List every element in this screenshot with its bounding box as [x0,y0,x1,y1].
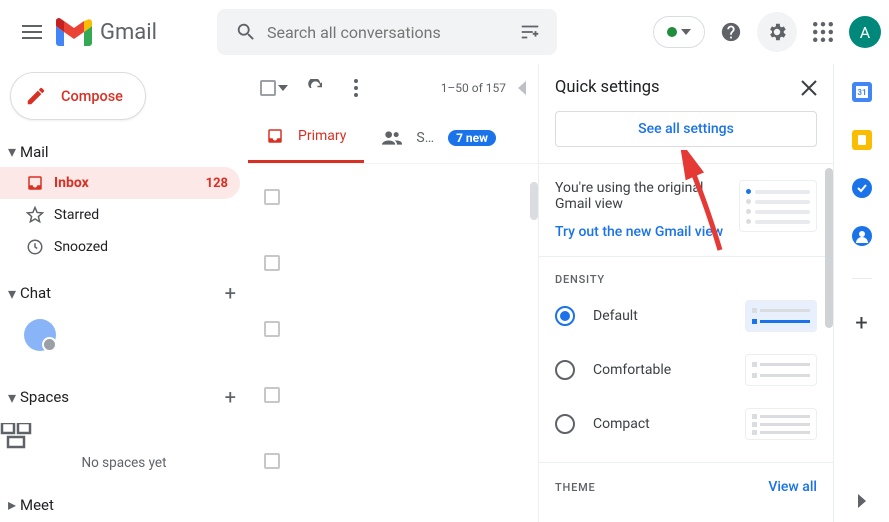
theme-label: THEME [555,481,596,494]
search-options-icon[interactable] [511,21,549,43]
left-sidebar: Compose ▾ Mail Inbox 128 Starred Snoozed… [0,64,248,522]
radio-icon [555,306,575,326]
new-space-button[interactable]: + [225,385,236,409]
nav-starred[interactable]: Starred [0,199,240,231]
chat-avatar[interactable] [24,319,56,351]
refresh-button[interactable] [298,70,334,106]
scrollbar[interactable] [825,168,833,328]
status-indicator[interactable] [653,16,705,48]
compose-label: Compose [61,88,123,105]
density-comfortable[interactable]: Comfortable [555,354,817,386]
spaces-section-header[interactable]: ▾ Spaces + [0,379,248,415]
view-preview-icon [739,180,817,232]
account-avatar[interactable]: A [849,16,881,48]
people-icon [382,131,402,145]
tab-social[interactable]: S… 7 new [364,112,514,163]
tasks-icon[interactable] [852,178,872,198]
search-bar[interactable] [217,9,557,55]
support-button[interactable] [711,12,751,52]
new-chat-button[interactable]: + [225,281,236,305]
radio-icon [555,360,575,380]
try-new-view-link[interactable]: Try out the new Gmail view [555,224,723,240]
nav-inbox[interactable]: Inbox 128 [0,167,240,199]
pencil-icon [25,85,47,107]
pager-text: 1–50 of 157 [441,81,506,95]
gmail-logo[interactable]: Gmail [56,18,157,46]
view-all-themes-link[interactable]: View all [768,479,817,495]
contacts-icon[interactable] [852,226,872,246]
mail-row[interactable] [248,230,538,296]
select-all-checkbox[interactable] [260,80,294,96]
caret-right-icon: ▸ [4,495,20,514]
row-checkbox[interactable] [264,321,280,337]
calendar-icon[interactable]: 31 [852,82,872,102]
row-checkbox[interactable] [264,387,280,403]
gmail-icon [56,18,92,46]
active-dot-icon [667,27,677,37]
inbox-icon [26,174,54,192]
row-checkbox[interactable] [264,189,280,205]
compose-button[interactable]: Compose [10,72,146,120]
mail-row[interactable] [248,428,538,494]
mail-list [248,164,538,522]
header: Gmail A [0,0,889,64]
chat-section-header[interactable]: ▾ Chat + [0,275,248,311]
density-preview-icon [745,408,817,440]
density-preview-icon [745,300,817,332]
main-content: 1–50 of 157 Primary S… 7 new [248,64,538,522]
view-message: You're using the original Gmail view [555,180,727,212]
scrollbar[interactable] [530,182,538,220]
mail-row[interactable] [248,362,538,428]
new-badge: 7 new [448,130,496,146]
caret-down-icon [278,85,288,91]
tab-primary[interactable]: Primary [248,112,364,163]
side-panel: 31 + [833,64,889,522]
close-button[interactable] [801,80,817,96]
more-button[interactable] [338,70,374,106]
inbox-icon [266,127,284,145]
spaces-empty-icon [0,423,248,449]
caret-down-icon: ▾ [4,388,20,407]
app-name: Gmail [100,20,157,45]
density-default[interactable]: Default [555,300,817,332]
main-menu-button[interactable] [8,8,56,56]
density-label: DENSITY [555,273,817,286]
svg-text:31: 31 [857,88,866,97]
density-compact[interactable]: Compact [555,408,817,440]
quick-settings-panel: Quick settings See all settings You're u… [538,64,833,522]
search-input[interactable] [267,23,511,42]
category-tabs: Primary S… 7 new [248,112,538,164]
radio-icon [555,414,575,434]
mail-toolbar: 1–50 of 157 [248,64,538,112]
mail-row[interactable] [248,164,538,230]
clock-icon [26,238,54,256]
density-preview-icon [745,354,817,386]
add-addon-button[interactable]: + [855,311,867,336]
prev-page-button[interactable] [518,81,526,95]
nav-snoozed[interactable]: Snoozed [0,231,240,263]
caret-down-icon: ▾ [4,284,20,303]
caret-down-icon [681,29,691,35]
hide-panel-button[interactable] [858,494,866,508]
mail-section-header[interactable]: ▾ Mail [0,136,248,167]
no-spaces-text: No spaces yet [0,455,248,471]
see-all-settings-button[interactable]: See all settings [555,111,817,147]
row-checkbox[interactable] [264,255,280,271]
row-checkbox[interactable] [264,453,280,469]
meet-section-header[interactable]: ▸ Meet [0,489,248,520]
mail-row[interactable] [248,296,538,362]
star-icon [26,206,54,224]
keep-icon[interactable] [852,130,872,150]
quick-settings-title: Quick settings [555,78,660,97]
apps-button[interactable] [803,12,843,52]
search-icon [225,21,267,43]
settings-button[interactable] [757,12,797,52]
caret-down-icon: ▾ [4,142,20,161]
